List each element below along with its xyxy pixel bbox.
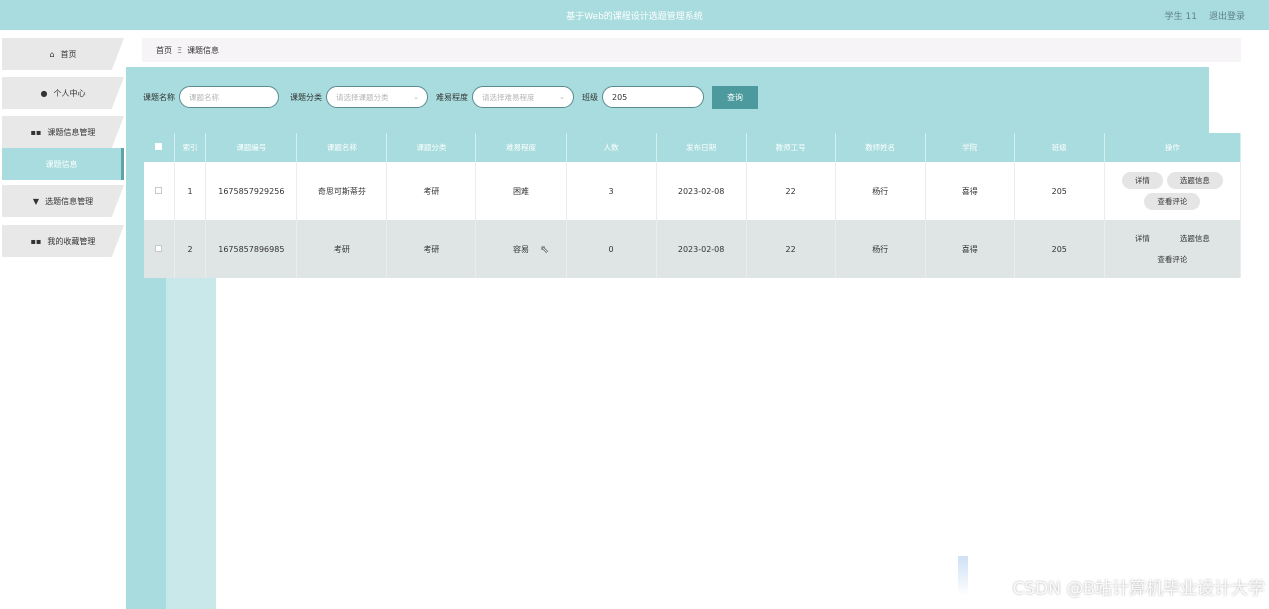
- cell-category: 考研: [386, 162, 477, 220]
- column-header: 发布日期: [656, 133, 747, 162]
- search-difficulty-label: 难易程度: [436, 92, 468, 102]
- topic-table: 索引 课题编号 课题名称 课题分类 难易程度 人数 发布日期 教师工号 教师姓名…: [144, 133, 1242, 278]
- row-checkbox[interactable]: [144, 162, 175, 220]
- cell-date: 2023-02-08: [656, 162, 747, 220]
- cell-teacher-name: 杨行: [835, 162, 926, 220]
- cell-code: 1675857929256: [205, 162, 298, 220]
- column-header: 教师工号: [746, 133, 836, 162]
- content-area: [216, 280, 1269, 609]
- column-header: 难易程度: [475, 133, 567, 162]
- column-header: 班级: [1014, 133, 1105, 162]
- search-class-label: 班级: [582, 92, 598, 102]
- cell-category: 考研: [386, 220, 477, 278]
- view-comments-button[interactable]: 查看评论: [1144, 251, 1201, 268]
- chevron-down-icon: ⌄: [559, 93, 565, 101]
- top-bar: 基于Web的课程设计选题管理系统 学生 11 退出登录: [0, 0, 1269, 30]
- cell-actions: 详情 选题信息 查看评论: [1104, 220, 1242, 278]
- cell-difficulty: 容易: [475, 220, 567, 278]
- flag-icon: ▼: [32, 196, 40, 206]
- search-name-group: 课题名称 课题名称: [143, 85, 279, 109]
- cell-count: 3: [566, 162, 657, 220]
- search-class-group: 班级 205: [582, 85, 704, 109]
- cell-teacher-id: 22: [746, 162, 836, 220]
- table-header-row: 索引 课题编号 课题名称 课题分类 难易程度 人数 发布日期 教师工号 教师姓名…: [144, 133, 1242, 162]
- cell-index: 1: [174, 162, 207, 220]
- cell-name: 奇思可斯蒂芬: [296, 162, 388, 220]
- view-comments-button[interactable]: 查看评论: [1144, 193, 1201, 210]
- cell-actions: 详情 选题信息 查看评论: [1104, 162, 1242, 220]
- logout-link[interactable]: 退出登录: [1209, 9, 1245, 22]
- column-header: 课题名称: [296, 133, 388, 162]
- cell-college: 喜得: [925, 162, 1015, 220]
- cell-teacher-id: 22: [746, 220, 836, 278]
- column-header: 索引: [174, 133, 207, 162]
- search-class-input[interactable]: 205: [602, 86, 704, 108]
- search-difficulty-placeholder: 请选择难易程度: [482, 92, 535, 102]
- search-name-input[interactable]: 课题名称: [179, 86, 279, 108]
- sidebar-item-label: 我的收藏管理: [47, 236, 96, 246]
- home-icon: ⌂: [49, 49, 55, 59]
- sidebar-item-favorites[interactable]: ▪▪ 我的收藏管理: [2, 225, 124, 257]
- current-user: 学生 11: [1164, 12, 1197, 22]
- sidebar-item-label: 个人中心: [53, 88, 86, 98]
- search-category-group: 课题分类 请选择课题分类 ⌄: [290, 85, 428, 109]
- column-header: 教师姓名: [835, 133, 926, 162]
- sidebar-item-home[interactable]: ⌂ 首页: [2, 38, 124, 70]
- sidebar-item-topic-management[interactable]: ▪▪ 课题信息管理: [2, 116, 124, 148]
- cell-teacher-name: 杨行: [835, 220, 926, 278]
- table-row: 2 1675857896985 考研 考研 容易 0 2023-02-08 22…: [144, 220, 1242, 278]
- search-difficulty-select[interactable]: 请选择难易程度 ⌄: [472, 86, 574, 108]
- breadcrumb-current: 课题信息: [187, 45, 220, 55]
- cell-index: 2: [174, 220, 207, 278]
- column-header: 课题编号: [205, 133, 298, 162]
- cell-count: 0: [566, 220, 657, 278]
- column-header: 操作: [1104, 133, 1242, 162]
- column-header: 人数: [566, 133, 657, 162]
- user-icon: ●: [40, 88, 48, 98]
- grid-icon: ▪▪: [30, 127, 42, 137]
- sidebar-item-label: 课题信息: [45, 159, 78, 169]
- cell-class: 205: [1014, 220, 1105, 278]
- cell-college: 喜得: [925, 220, 1015, 278]
- select-all-checkbox[interactable]: [144, 133, 175, 162]
- grid-icon: ▪▪: [30, 236, 42, 246]
- sidebar-item-label: 选题信息管理: [45, 196, 94, 206]
- cell-date: 2023-02-08: [656, 220, 747, 278]
- chevron-down-icon: ⌄: [413, 93, 419, 101]
- sidebar-item-label: 首页: [60, 49, 77, 59]
- select-topic-button[interactable]: 选题信息: [1166, 172, 1223, 189]
- detail-button[interactable]: 详情: [1121, 172, 1163, 189]
- column-header: 课题分类: [386, 133, 477, 162]
- cell-difficulty: 困难: [475, 162, 567, 220]
- column-header: 学院: [925, 133, 1015, 162]
- sidebar-item-profile[interactable]: ● 个人中心: [2, 77, 124, 109]
- search-difficulty-group: 难易程度 请选择难易程度 ⌄: [436, 85, 574, 109]
- watermark: CSDN @B站计算机毕业设计大学: [1012, 579, 1265, 599]
- query-button[interactable]: 查询: [712, 86, 758, 109]
- search-name-label: 课题名称: [143, 92, 175, 102]
- select-topic-button[interactable]: 选题信息: [1166, 230, 1223, 247]
- sidebar-item-selection-management[interactable]: ▼ 选题信息管理: [2, 185, 124, 217]
- screen-glare: [958, 556, 968, 596]
- cell-name: 考研: [296, 220, 388, 278]
- mouse-cursor-icon: ⇖: [540, 243, 550, 256]
- breadcrumb: 首页 Ξ 课题信息: [142, 38, 1241, 62]
- table-row: 1 1675857929256 奇思可斯蒂芬 考研 困难 3 2023-02-0…: [144, 162, 1242, 220]
- row-checkbox[interactable]: [144, 220, 175, 278]
- breadcrumb-separator: Ξ: [177, 45, 183, 55]
- cell-class: 205: [1014, 162, 1105, 220]
- sidebar-subitem-topic-info[interactable]: 课题信息: [2, 148, 124, 180]
- sidebar-item-label: 课题信息管理: [47, 127, 96, 137]
- breadcrumb-home[interactable]: 首页: [156, 45, 172, 56]
- search-category-select[interactable]: 请选择课题分类 ⌄: [326, 86, 428, 108]
- cell-code: 1675857896985: [205, 220, 298, 278]
- search-category-placeholder: 请选择课题分类: [336, 92, 389, 102]
- app-title: 基于Web的课程设计选题管理系统: [566, 12, 703, 22]
- detail-button[interactable]: 详情: [1121, 230, 1163, 247]
- sidebar: ⌂ 首页 ● 个人中心 ▪▪ 课题信息管理 课题信息 ▼ 选题信息管理 ▪▪ 我…: [0, 30, 126, 609]
- search-category-label: 课题分类: [290, 92, 322, 102]
